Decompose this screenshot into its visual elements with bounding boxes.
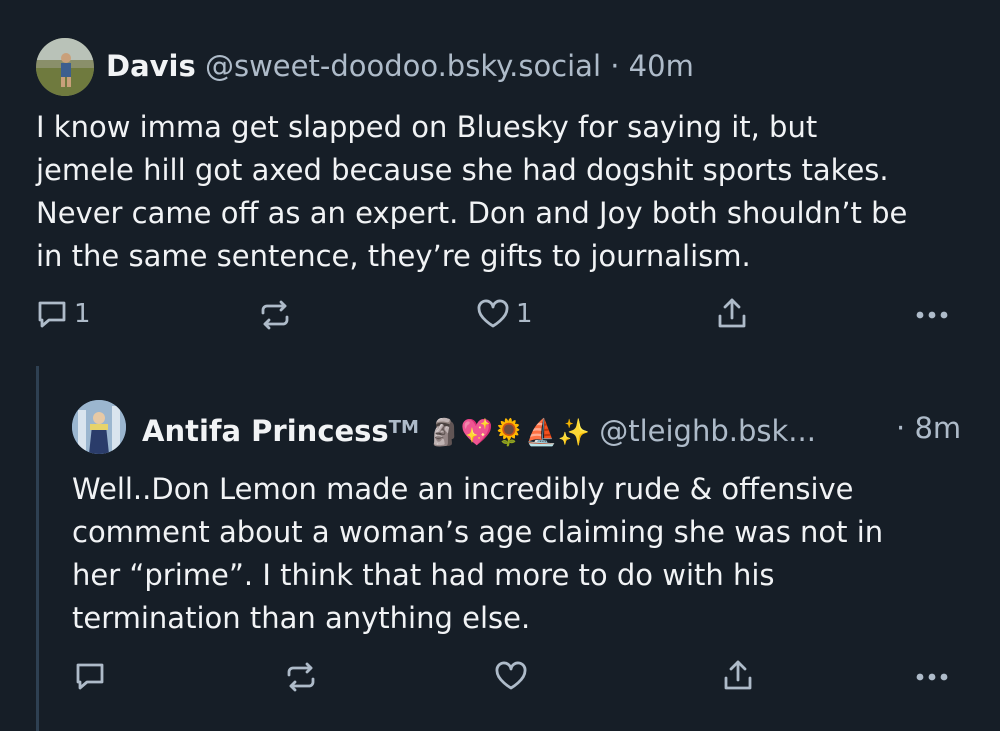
author-handle[interactable]: @sweet-doodoo.bsky.social: [205, 49, 601, 83]
post-time[interactable]: 8m: [914, 411, 961, 445]
post-text: I know imma get slapped on Bluesky for s…: [36, 110, 908, 273]
post-time-group: · 8m: [896, 410, 961, 446]
repost-icon: [284, 660, 318, 694]
avatar[interactable]: [36, 38, 94, 96]
repost-button[interactable]: [258, 298, 292, 332]
separator-dot: ·: [610, 49, 620, 83]
like-button[interactable]: [494, 660, 534, 692]
avatar[interactable]: [72, 400, 126, 454]
share-button[interactable]: [716, 296, 748, 330]
more-button[interactable]: [914, 300, 950, 330]
separator-dot: ·: [896, 411, 906, 445]
heart-icon: [494, 660, 528, 692]
author-name[interactable]: Davis: [106, 49, 196, 83]
like-button[interactable]: 1: [476, 298, 533, 330]
heart-icon: [476, 298, 510, 330]
reply-bubble-icon: [74, 660, 106, 692]
more-dots-icon: [914, 300, 950, 330]
share-button[interactable]: [722, 658, 754, 692]
post-davis[interactable]: Davis @sweet-doodoo.bsky.social · 40m I …: [0, 0, 1000, 360]
share-icon: [722, 658, 754, 692]
like-count: 1: [516, 299, 533, 329]
more-button[interactable]: [914, 662, 950, 692]
repost-icon: [258, 298, 292, 332]
author-name[interactable]: Antifa Princess: [142, 414, 389, 448]
reply-button[interactable]: [74, 660, 112, 692]
share-icon: [716, 296, 748, 330]
post-header: Davis @sweet-doodoo.bsky.social · 40m: [106, 48, 694, 84]
author-emojis: 🗿💖🌻⛵✨: [428, 418, 590, 448]
more-dots-icon: [914, 662, 950, 692]
repost-button[interactable]: [284, 660, 318, 694]
post-header: Antifa PrincessTM 🗿💖🌻⛵✨ @tleighb.bsk...: [142, 410, 816, 451]
reply-button[interactable]: 1: [36, 298, 91, 330]
post-antifa-princess[interactable]: Antifa PrincessTM 🗿💖🌻⛵✨ @tleighb.bsk... …: [0, 366, 1000, 731]
reply-bubble-icon: [36, 298, 68, 330]
author-handle[interactable]: @tleighb.bsk...: [599, 414, 816, 448]
post-time[interactable]: 40m: [629, 49, 694, 83]
reply-count: 1: [74, 299, 91, 329]
post-text: Well..Don Lemon made an incredibly rude …: [72, 472, 884, 635]
trademark-mark: TM: [388, 417, 419, 438]
